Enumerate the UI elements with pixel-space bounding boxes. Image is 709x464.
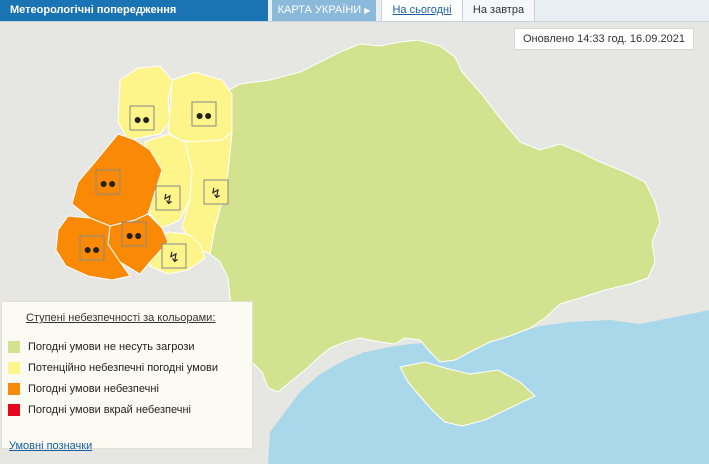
rain-icon[interactable]: ●● xyxy=(121,221,147,247)
chevron-right-icon: ▶ xyxy=(364,6,371,15)
svg-text:↯: ↯ xyxy=(168,249,180,265)
svg-text:●●: ●● xyxy=(126,227,143,243)
swatch-red xyxy=(8,404,20,416)
rain-icon[interactable]: ●● xyxy=(191,101,217,127)
thunderstorm-icon[interactable]: ↯ xyxy=(161,243,187,269)
thunderstorm-icon[interactable]: ↯ xyxy=(203,179,229,205)
legend-title: Ступені небезпечності за кольорами: xyxy=(26,312,216,324)
tab-tomorrow[interactable]: На завтра xyxy=(463,0,535,21)
svg-text:↯: ↯ xyxy=(162,191,174,207)
top-bar: Метеорологічні попередження КАРТА УКРАЇН… xyxy=(0,0,709,22)
updated-timestamp: Оновлено 14:33 год. 16.09.2021 xyxy=(514,28,694,50)
tab-today[interactable]: На сьогодні xyxy=(381,0,463,21)
symbols-link[interactable]: Умовні позначки xyxy=(9,440,92,452)
swatch-orange xyxy=(8,383,20,395)
rain-icon[interactable]: ●● xyxy=(95,169,121,195)
swatch-green xyxy=(8,341,20,353)
map-area: ●● ●● ●● ↯ ↯ ●● ●● ↯ Оновлено 14:33 год.… xyxy=(0,22,709,464)
svg-text:●●: ●● xyxy=(196,107,213,123)
tab-map-ukraine-label: КАРТА УКРАЇНИ xyxy=(277,4,362,16)
svg-text:●●: ●● xyxy=(134,111,151,127)
legend: Ступені небезпечності за кольорами: Пого… xyxy=(1,301,253,449)
page-title: Метеорологічні попередження xyxy=(0,0,268,21)
tab-map-ukraine[interactable]: КАРТА УКРАЇНИ ▶ xyxy=(272,0,376,21)
rain-icon[interactable]: ●● xyxy=(129,105,155,131)
legend-label: Погодні умови не несуть загрози xyxy=(28,341,195,353)
legend-label: Погодні умови вкрай небезпечні xyxy=(28,404,191,416)
legend-label: Потенційно небезпечні погодні умови xyxy=(28,362,218,374)
thunderstorm-icon[interactable]: ↯ xyxy=(155,185,181,211)
rain-icon[interactable]: ●● xyxy=(79,235,105,261)
legend-label: Погодні умови небезпечні xyxy=(28,383,159,395)
svg-text:↯: ↯ xyxy=(210,185,222,201)
svg-text:●●: ●● xyxy=(100,175,117,191)
svg-text:●●: ●● xyxy=(84,241,101,257)
swatch-yellow xyxy=(8,362,20,374)
